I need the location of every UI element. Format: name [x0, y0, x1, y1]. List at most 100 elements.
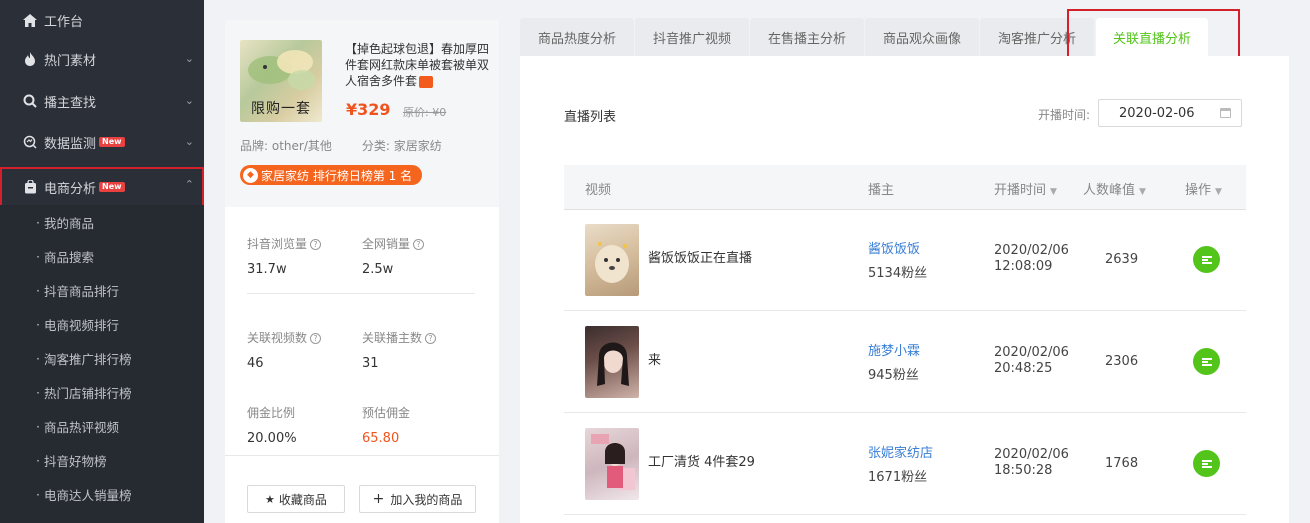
date-picker[interactable]: 2020-02-06 — [1098, 99, 1242, 127]
monitor-icon — [22, 134, 38, 150]
column-actions[interactable]: 操作 ▼ — [1185, 179, 1222, 198]
rank-badge[interactable]: ◆ 家居家纺 排行榜日榜第 1 名 — [240, 165, 423, 185]
bag-icon — [22, 179, 38, 195]
chevron-down-icon: ⌄ — [184, 135, 194, 148]
table-row[interactable]: 来 施梦小霖 945粉丝 2020/02/06 20:48:25 2306 — [564, 312, 1246, 413]
sub-menu: 我的商品 商品搜索 抖音商品排行 电商视频排行 淘客推广排行榜 热门店铺排行榜 … — [0, 205, 204, 523]
section-title: 直播列表 — [564, 110, 617, 125]
sidebar-item-label: 播主查找 — [44, 95, 97, 111]
sub-item-ecommerce-video-rank[interactable]: 电商视频排行 — [0, 307, 204, 341]
sort-down-icon: ▼ — [1139, 187, 1146, 197]
sub-item-douyin-good-list[interactable]: 抖音好物榜 — [0, 443, 204, 477]
new-badge: New — [99, 182, 125, 192]
sub-item-hot-shop-rank[interactable]: 热门店铺排行榜 — [0, 375, 204, 409]
fans-count: 5134粉丝 — [868, 266, 928, 281]
sidebar-item-hot-materials[interactable]: 热门素材 ⌄ — [0, 39, 204, 79]
sub-item-product-search[interactable]: 商品搜索 — [0, 239, 204, 273]
sort-down-icon: ▼ — [1050, 187, 1057, 197]
anchor-link[interactable]: 酱饭饭饭 — [868, 238, 920, 257]
help-icon[interactable]: ? — [310, 333, 322, 344]
sidebar-item-label: 工作台 — [44, 14, 84, 30]
stat-est-commission: 预估佣金 65.80 — [362, 406, 411, 446]
sort-down-icon: ▼ — [1215, 187, 1222, 197]
column-video: 视频 — [585, 183, 612, 198]
stat-douyin-views: 抖音浏览量? 31.7w — [247, 235, 357, 277]
fire-icon — [22, 51, 38, 67]
fans-count: 1671粉丝 — [868, 470, 928, 485]
sub-item-my-products[interactable]: 我的商品 — [0, 205, 204, 239]
sub-item-taoke-rank[interactable]: 淘客推广排行榜 — [0, 341, 204, 375]
anchor-link[interactable]: 张妮家纺店 — [868, 442, 933, 461]
detail-icon[interactable] — [1193, 246, 1220, 273]
calendar-icon — [1220, 108, 1231, 118]
product-price: ¥329 — [346, 100, 391, 119]
tab-douyin-promo-videos[interactable]: 抖音推广视频 — [635, 18, 749, 56]
new-badge: New — [99, 137, 125, 147]
live-title[interactable]: 来 — [648, 349, 661, 368]
chevron-up-icon: ⌃ — [184, 178, 194, 191]
favorite-button[interactable]: ★ 收藏商品 — [247, 485, 345, 513]
sidebar-item-label: 数据监测 — [44, 136, 97, 152]
product-image-tag: 限购一套 — [251, 101, 311, 117]
chevron-down-icon: ⌄ — [184, 94, 194, 107]
stat-total-sales: 全网销量? 2.5w — [362, 235, 472, 277]
tab-audience-profile[interactable]: 商品观众画像 — [865, 18, 979, 56]
live-title[interactable]: 工厂清货 4件套29 — [648, 451, 755, 470]
plus-icon: + — [372, 491, 385, 507]
table-header: 视频 播主 开播时间 ▼ 人数峰值 ▼ 操作 ▼ — [564, 165, 1246, 210]
start-time: 2020/02/06 18:50:28 — [994, 447, 1069, 478]
stat-commission-rate: 佣金比例 20.00% — [247, 406, 297, 446]
sidebar-item-data-monitor[interactable]: 数据监测 New ⌄ — [0, 122, 204, 162]
peak-viewers: 1768 — [1105, 456, 1139, 471]
anchor-link[interactable]: 施梦小霖 — [868, 340, 920, 359]
live-title[interactable]: 酱饭饭饭正在直播 — [648, 247, 752, 266]
peak-viewers: 2306 — [1105, 354, 1139, 369]
stat-related-videos: 关联视频数? 46 — [247, 329, 357, 371]
live-cover-image[interactable] — [585, 428, 639, 500]
brand: 品牌: other/其他 — [240, 139, 332, 153]
product-image[interactable]: 限购一套 — [240, 40, 322, 122]
peak-viewers: 2639 — [1105, 252, 1139, 267]
start-time: 2020/02/06 20:48:25 — [994, 345, 1069, 376]
column-anchor: 播主 — [868, 183, 895, 198]
column-start-time[interactable]: 开播时间 ▼ — [994, 179, 1057, 198]
live-cover-image[interactable] — [585, 224, 639, 296]
detail-icon[interactable] — [1193, 348, 1220, 375]
tab-product-heat[interactable]: 商品热度分析 — [520, 18, 634, 56]
sidebar-item-workbench[interactable]: 工作台 — [0, 0, 204, 40]
date-label: 开播时间: — [1038, 108, 1091, 122]
chevron-down-icon: ⌄ — [184, 52, 194, 65]
sidebar-item-ecommerce-analysis[interactable]: 电商分析 New ⌃ — [0, 167, 204, 207]
product-panel: 限购一套 【掉色起球包退】春加厚四件套网红款床单被套被单双人宿舍多件套 ¥329… — [225, 20, 499, 523]
help-icon[interactable]: ? — [413, 239, 425, 250]
sub-item-influencer-sales-rank[interactable]: 电商达人销量榜 — [0, 477, 204, 511]
column-peak[interactable]: 人数峰值 ▼ — [1083, 179, 1146, 198]
divider — [225, 455, 499, 456]
table-row[interactable]: 酱饭饭饭正在直播 酱饭饭饭 5134粉丝 2020/02/06 12:08:09 … — [564, 210, 1246, 311]
sub-item-douyin-product-rank[interactable]: 抖音商品排行 — [0, 273, 204, 307]
detail-icon[interactable] — [1193, 450, 1220, 477]
help-icon[interactable]: ? — [310, 239, 322, 250]
product-summary: 限购一套 【掉色起球包退】春加厚四件套网红款床单被套被单双人宿舍多件套 ¥329… — [225, 20, 499, 207]
search-icon — [22, 93, 38, 109]
product-title[interactable]: 【掉色起球包退】春加厚四件套网红款床单被套被单双人宿舍多件套 — [345, 41, 489, 89]
stat-related-anchors: 关联播主数? 31 — [362, 329, 472, 371]
help-icon[interactable]: ? — [425, 333, 437, 344]
start-time: 2020/02/06 12:08:09 — [994, 243, 1069, 274]
product-meta: 品牌: other/其他 分类: 家居家纺 — [240, 137, 442, 154]
fans-count: 945粉丝 — [868, 368, 919, 383]
taobao-icon — [419, 75, 434, 88]
category: 分类: 家居家纺 — [361, 139, 442, 153]
sidebar: 工作台 热门素材 ⌄ 播主查找 ⌄ 数据监测 New ⌄ 电商分析 New ⌃ … — [0, 0, 204, 523]
star-icon: ★ — [265, 492, 275, 506]
sidebar-item-anchor-search[interactable]: 播主查找 ⌄ — [0, 81, 204, 121]
live-cover-image[interactable] — [585, 326, 639, 398]
sub-item-hot-review-videos[interactable]: 商品热评视频 — [0, 409, 204, 443]
tab-selling-anchors[interactable]: 在售播主分析 — [750, 18, 864, 56]
sidebar-item-label: 热门素材 — [44, 53, 97, 69]
table-row[interactable]: 工厂清货 4件套29 张妮家纺店 1671粉丝 2020/02/06 18:50:… — [564, 414, 1246, 515]
add-to-my-products-button[interactable]: + 加入我的商品 — [359, 485, 476, 513]
shop-icon: ◆ — [243, 167, 258, 183]
sidebar-item-label: 电商分析 — [44, 181, 97, 197]
home-icon — [22, 12, 38, 28]
